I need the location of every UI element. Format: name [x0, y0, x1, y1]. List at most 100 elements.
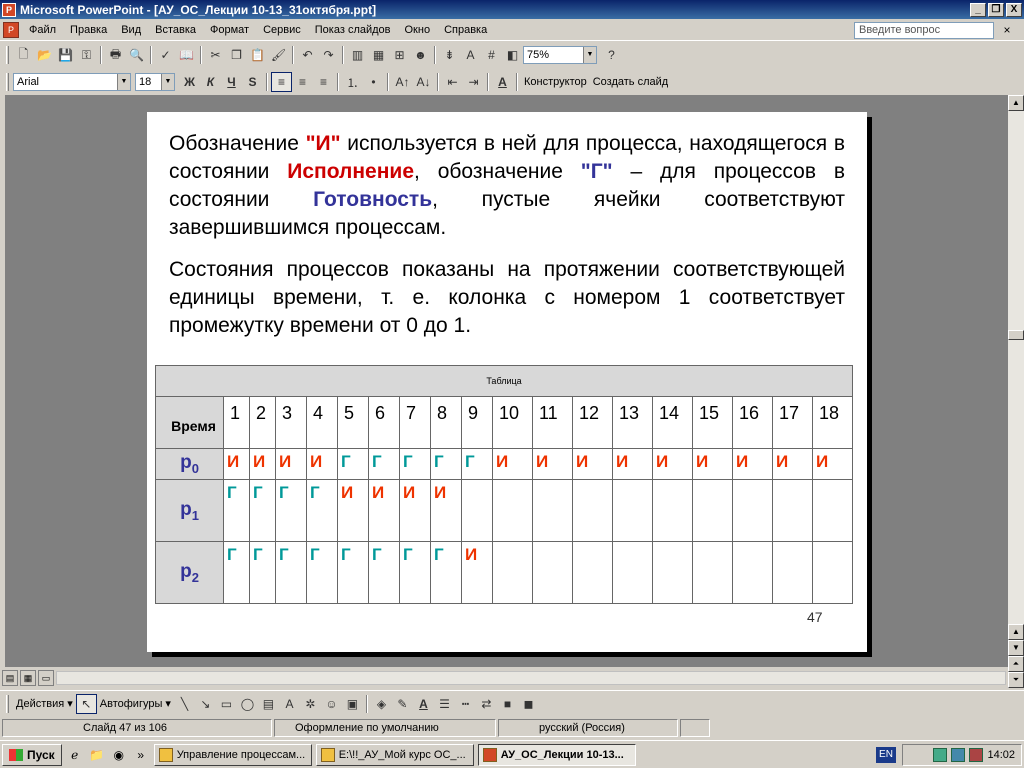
- next-slide-icon[interactable]: ⏷: [1008, 672, 1024, 688]
- format-painter-icon[interactable]: 🖌: [268, 45, 289, 65]
- task-button-2[interactable]: E:\!!_АУ_Мой курс ОС_...: [315, 743, 474, 766]
- print-icon[interactable]: 🖶: [105, 45, 126, 65]
- state-cell[interactable]: И: [532, 448, 573, 480]
- state-cell[interactable]: Г: [223, 541, 250, 604]
- clipart-icon[interactable]: ☺: [321, 694, 342, 714]
- state-cell[interactable]: Г: [430, 448, 462, 480]
- save-icon[interactable]: 💾: [55, 45, 76, 65]
- slide-canvas[interactable]: Обозначение "И" используется в ней для п…: [147, 112, 867, 652]
- state-cell[interactable]: [612, 479, 653, 542]
- state-cell[interactable]: Г: [306, 541, 338, 604]
- rectangle-icon[interactable]: ▭: [216, 694, 237, 714]
- spelling-icon[interactable]: ✓: [155, 45, 176, 65]
- state-cell[interactable]: И: [612, 448, 653, 480]
- paragraph-1[interactable]: Обозначение "И" используется в ней для п…: [169, 130, 845, 242]
- paste-icon[interactable]: 📋: [247, 45, 268, 65]
- permission-icon[interactable]: ⚿: [76, 45, 97, 65]
- paragraph-2[interactable]: Состояния процессов показаны на протяжен…: [169, 256, 845, 340]
- menu-tools[interactable]: Сервис: [256, 24, 308, 36]
- media-icon[interactable]: ◉: [110, 746, 128, 764]
- shadow-style-icon[interactable]: ■: [497, 694, 518, 714]
- fill-color-icon[interactable]: ◈: [371, 694, 392, 714]
- menu-format[interactable]: Формат: [203, 24, 256, 36]
- state-cell[interactable]: И: [399, 479, 431, 542]
- state-cell[interactable]: [532, 541, 573, 604]
- state-cell[interactable]: Г: [399, 541, 431, 604]
- state-cell[interactable]: И: [368, 479, 400, 542]
- toolbar-grip[interactable]: [6, 46, 9, 64]
- state-cell[interactable]: [732, 479, 773, 542]
- diagram-icon[interactable]: ✲: [300, 694, 321, 714]
- state-cell[interactable]: Г: [275, 479, 307, 542]
- table-icon[interactable]: ▦: [368, 45, 389, 65]
- state-cell[interactable]: [812, 479, 853, 542]
- italic-button[interactable]: К: [200, 72, 221, 92]
- dash-style-icon[interactable]: ┅: [455, 694, 476, 714]
- 3d-style-icon[interactable]: ◼: [518, 694, 539, 714]
- state-cell[interactable]: Г: [368, 448, 400, 480]
- state-cell[interactable]: [652, 479, 693, 542]
- more-icon[interactable]: »: [132, 746, 150, 764]
- toolbar-grip[interactable]: [6, 73, 9, 91]
- state-cell[interactable]: [772, 479, 813, 542]
- decrease-font-icon[interactable]: A↓: [413, 72, 434, 92]
- color-grayscale-icon[interactable]: ◧: [502, 45, 523, 65]
- menu-slideshow[interactable]: Показ слайдов: [308, 24, 398, 36]
- autoshapes-menu[interactable]: Автофигуры ▾: [97, 694, 174, 714]
- font-size-select[interactable]: 18 ▼: [135, 73, 175, 91]
- state-cell[interactable]: [692, 479, 733, 542]
- state-cell[interactable]: [461, 479, 493, 542]
- open-icon[interactable]: 📂: [34, 45, 55, 65]
- bold-button[interactable]: Ж: [179, 72, 200, 92]
- tray-icon[interactable]: [933, 748, 948, 762]
- previous-slide-icon[interactable]: ⏶: [1008, 656, 1024, 672]
- chevron-down-icon[interactable]: ▼: [161, 74, 174, 90]
- state-cell[interactable]: И: [430, 479, 462, 542]
- state-cell[interactable]: И: [572, 448, 613, 480]
- copy-icon[interactable]: ❐: [226, 45, 247, 65]
- arrow-style-icon[interactable]: ⇄: [476, 694, 497, 714]
- state-cell[interactable]: Г: [249, 479, 276, 542]
- state-cell[interactable]: [492, 541, 533, 604]
- help-search-input[interactable]: Введите вопрос: [854, 22, 994, 39]
- research-icon[interactable]: 📖: [176, 45, 197, 65]
- chevron-down-icon[interactable]: ▼: [117, 74, 130, 90]
- wordart-icon[interactable]: A: [279, 694, 300, 714]
- shadow-button[interactable]: S: [242, 72, 263, 92]
- show-formatting-icon[interactable]: A: [460, 45, 481, 65]
- state-cell[interactable]: Г: [249, 541, 276, 604]
- increase-indent-icon[interactable]: ⇥: [463, 72, 484, 92]
- grid-icon[interactable]: #: [481, 45, 502, 65]
- picture-icon[interactable]: ▣: [342, 694, 363, 714]
- state-cell[interactable]: И: [652, 448, 693, 480]
- state-cell[interactable]: Г: [399, 448, 431, 480]
- clipart-icon[interactable]: ☻: [410, 45, 431, 65]
- select-pointer-icon[interactable]: ↖: [75, 693, 97, 714]
- state-cell[interactable]: [772, 541, 813, 604]
- state-cell[interactable]: Г: [461, 448, 493, 480]
- menu-window[interactable]: Окно: [398, 24, 438, 36]
- task-button-1[interactable]: Управление процессам...: [153, 743, 312, 766]
- state-cell[interactable]: [812, 541, 853, 604]
- vertical-scrollbar[interactable]: ▲ ▲ ▼ ⏶ ⏷: [1008, 95, 1024, 688]
- line-style-icon[interactable]: ☰: [434, 694, 455, 714]
- align-right-icon[interactable]: ≡: [313, 72, 334, 92]
- menu-view[interactable]: Вид: [114, 24, 148, 36]
- status-design[interactable]: Оформление по умолчанию: [274, 719, 496, 737]
- task-button-3[interactable]: АУ_ОС_Лекции 10-13...: [477, 743, 636, 766]
- slideshow-view-icon[interactable]: ▭: [38, 669, 54, 686]
- expand-icon[interactable]: ⇟: [439, 45, 460, 65]
- menu-edit[interactable]: Правка: [63, 24, 114, 36]
- state-cell[interactable]: Г: [368, 541, 400, 604]
- font-color-icon[interactable]: A: [413, 694, 434, 714]
- chevron-down-icon[interactable]: ▼: [583, 47, 596, 63]
- scroll-thumb[interactable]: [1008, 330, 1024, 340]
- state-cell[interactable]: И: [223, 448, 250, 480]
- horizontal-scrollbar[interactable]: [56, 671, 1006, 685]
- state-cell[interactable]: [612, 541, 653, 604]
- increase-font-icon[interactable]: A↑: [392, 72, 413, 92]
- redo-icon[interactable]: ↷: [318, 45, 339, 65]
- normal-view-icon[interactable]: ▤: [2, 669, 18, 686]
- state-cell[interactable]: И: [772, 448, 813, 480]
- state-cell[interactable]: Г: [337, 448, 369, 480]
